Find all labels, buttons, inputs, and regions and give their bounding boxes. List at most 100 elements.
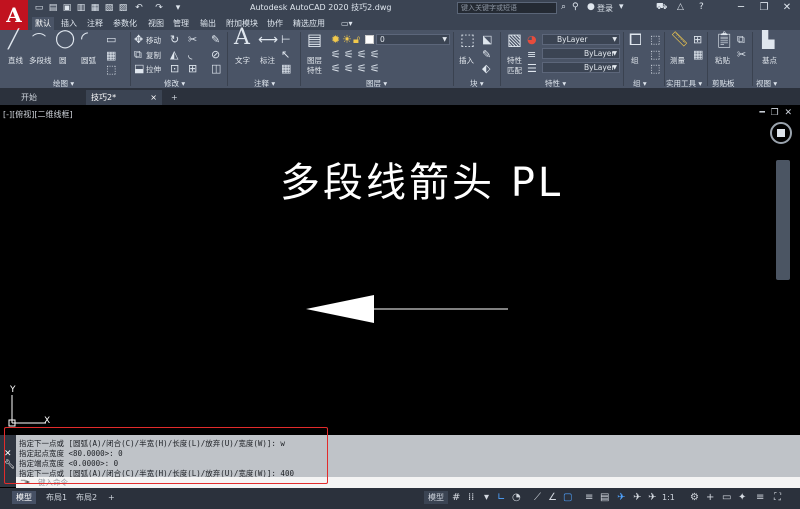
base-view-icon[interactable]: ▙ [762, 32, 774, 48]
erase-icon[interactable]: ✎ [211, 34, 220, 45]
snap-icon[interactable]: ⁞⁞ [468, 492, 474, 503]
move-icon[interactable]: ✥ [134, 34, 143, 45]
layer-tool-8-icon[interactable]: ⚟ [370, 63, 380, 74]
layer-lock-icon[interactable]: 🔓︎ [353, 34, 360, 45]
tab-output[interactable]: 输出 [197, 17, 219, 30]
layer-dropdown[interactable]: 0 ▼ [376, 34, 450, 45]
layer-properties-icon[interactable]: ▤ [307, 32, 322, 48]
app-logo[interactable]: A [0, 0, 28, 30]
arc-icon[interactable]: ◜ [81, 30, 88, 48]
text-button-label[interactable]: 文字 [235, 55, 250, 66]
move-button-label[interactable]: 移动 [146, 35, 161, 46]
user-icon[interactable]: ● [587, 2, 595, 12]
ungroup-icon[interactable]: ⬚ [650, 34, 660, 45]
add-icon[interactable]: + [706, 492, 714, 503]
block-panel-title[interactable]: 块 ▾ [470, 78, 484, 88]
customize-status-icon[interactable]: ≡ [756, 492, 764, 503]
circle-button-label[interactable]: 圆 [59, 55, 67, 66]
block-attr-icon[interactable]: ⬖ [482, 63, 490, 74]
text-icon[interactable]: A [234, 27, 250, 49]
groups-panel-title[interactable]: 组 ▾ [633, 78, 647, 88]
utilities-panel-title[interactable]: 实用工具 ▾ [666, 78, 702, 88]
annotation-scale-icon[interactable]: ✈ [648, 492, 656, 503]
grid-icon[interactable]: # [452, 492, 460, 503]
plot-icon[interactable]: ▧ [103, 2, 115, 14]
dimension-button-label[interactable]: 标注 [260, 55, 275, 66]
line-button-label[interactable]: 直线 [8, 55, 23, 66]
dimension-icon[interactable]: ⟷ [258, 33, 278, 47]
model-space-button[interactable]: 模型 [424, 491, 448, 504]
copy-button-label[interactable]: 复制 [146, 50, 161, 61]
cart-icon[interactable]: ⛟ [656, 2, 667, 13]
layer-tool-1-icon[interactable]: ⚟ [331, 49, 341, 60]
close-icon[interactable]: ✕ [776, 0, 798, 16]
annotation-panel-title[interactable]: 注释 ▾ [254, 78, 275, 88]
tab-parametric[interactable]: 参数化 [110, 17, 140, 30]
tab-featured-apps[interactable]: 精选应用 [290, 17, 328, 30]
help-icon[interactable]: ? [699, 2, 704, 12]
tab-drawing[interactable]: 技巧2* × [86, 90, 162, 105]
match-properties-icon[interactable]: ▧ [507, 32, 522, 48]
linetype-icon[interactable]: ≡ [527, 49, 536, 60]
layer-tool-7-icon[interactable]: ⚟ [357, 63, 367, 74]
leader-icon[interactable]: ↖ [281, 49, 290, 60]
lineweight-dropdown[interactable]: ByLayer ▼ [542, 62, 620, 73]
paste-button-label[interactable]: 粘贴 [715, 55, 730, 66]
mirror-icon[interactable]: ◭ [170, 49, 178, 60]
measure-button-label[interactable]: 测量 [670, 55, 685, 66]
auto-scale-icon[interactable]: ✈ [633, 492, 641, 503]
arc-button-label[interactable]: 圆弧 [81, 55, 96, 66]
tab-manage[interactable]: 管理 [170, 17, 192, 30]
infer-icon[interactable]: ▾ [484, 492, 489, 503]
rotate-icon[interactable]: ↻ [170, 34, 179, 45]
login-dropdown-icon[interactable]: ▾ [619, 2, 624, 12]
layer-freeze-icon[interactable]: ☀ [342, 34, 352, 45]
group-edit-icon[interactable]: ⬚ [650, 49, 660, 60]
cut-icon[interactable]: ✂ [737, 49, 746, 60]
hatch-icon[interactable]: ▦ [106, 50, 116, 61]
measure-icon[interactable]: 📏︎ [670, 32, 689, 47]
edit-block-icon[interactable]: ✎ [482, 49, 491, 60]
color-wheel-icon[interactable]: ◕ [527, 34, 537, 45]
view-panel-title[interactable]: 视图 ▾ [756, 78, 777, 88]
draw-panel-title[interactable]: 绘图 ▾ [53, 78, 74, 88]
rectangle-icon[interactable]: ▭ [106, 34, 116, 45]
search-icon[interactable]: ⌕ [561, 2, 566, 12]
layer-tool-3-icon[interactable]: ⚟ [357, 49, 367, 60]
drawing-canvas[interactable]: [-][俯视][二维线框] ━ ❐ ✕ 多段线箭头 PL Y X [0, 105, 800, 435]
region-icon[interactable]: ⬚ [106, 64, 116, 75]
calculator-icon[interactable]: ▦ [693, 49, 703, 60]
clipboard-panel-title[interactable]: 剪贴板 [712, 78, 735, 88]
save-as-icon[interactable]: ▥ [75, 2, 87, 14]
polyline-button-label[interactable]: 多段线 [29, 55, 52, 66]
base-view-button-label[interactable]: 基点 [762, 55, 777, 66]
lineweight-toggle-icon[interactable]: ≡ [585, 492, 593, 503]
save-icon[interactable]: ▣ [61, 2, 73, 14]
units-icon[interactable]: ▭ [722, 492, 731, 503]
search-input[interactable]: 键入关键字或短语 [457, 2, 557, 14]
tab-collaborate[interactable]: 协作 [264, 17, 286, 30]
close-tab-icon[interactable]: × [150, 90, 157, 105]
layer-on-icon[interactable]: ✹ [331, 34, 340, 45]
layers-panel-title[interactable]: 图层 ▾ [366, 78, 387, 88]
qat-menu-icon[interactable]: ▾ [172, 2, 184, 14]
print-icon[interactable]: ▦ [89, 2, 101, 14]
login-button[interactable]: 登录 [597, 3, 613, 14]
tab-layout2[interactable]: 布局2 [72, 491, 101, 504]
tab-overflow-icon[interactable]: ▭▾ [338, 17, 356, 30]
tab-default[interactable]: 默认 [32, 17, 54, 30]
line-icon[interactable]: ╱ [8, 31, 19, 49]
share-icon[interactable]: ▨ [117, 2, 129, 14]
group-select-icon[interactable]: ⬚ [650, 63, 660, 74]
open-icon[interactable]: ▤ [47, 2, 59, 14]
trim-icon[interactable]: ✂ [188, 34, 197, 45]
tab-view[interactable]: 视图 [145, 17, 167, 30]
restore-icon[interactable]: ❐ [753, 0, 775, 16]
layer-tool-6-icon[interactable]: ⚟ [344, 63, 354, 74]
group-button-label[interactable]: 组 [631, 55, 639, 66]
layer-tool-2-icon[interactable]: ⚟ [344, 49, 354, 60]
tab-layout1[interactable]: 布局1 [42, 491, 71, 504]
minimize-icon[interactable]: ─ [730, 0, 752, 16]
linetype-dropdown[interactable]: ByLayer ▼ [542, 48, 620, 59]
offset-icon[interactable]: ◫ [211, 63, 221, 74]
